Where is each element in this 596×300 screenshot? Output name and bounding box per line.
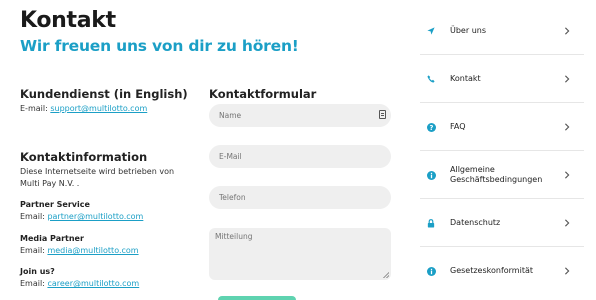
sidebar-item-label: Kontakt xyxy=(450,74,481,83)
media-email-row: Email: media@multilotto.com xyxy=(20,245,139,257)
sidebar-item-gesetzeskonformitaet[interactable]: Gesetzeskonformität xyxy=(420,253,584,289)
career-email-row: Email: career@multilotto.com xyxy=(20,278,139,290)
info-circle-icon xyxy=(426,157,436,193)
phone-icon xyxy=(426,61,436,97)
sidebar-item-agb[interactable]: Allgemeine Geschäftsbedingungen xyxy=(420,157,584,193)
submit-button[interactable] xyxy=(218,296,296,300)
media-partner-title: Media Partner xyxy=(20,234,84,243)
chevron-right-icon xyxy=(564,13,570,49)
contact-card-icon xyxy=(379,110,386,119)
chevron-right-icon xyxy=(564,61,570,97)
sidebar-item-label: Datenschutz xyxy=(450,218,501,227)
support-email-row: E-mail: support@multilotto.com xyxy=(20,103,147,115)
sidebar-item-label: Gesetzeskonformität xyxy=(450,266,533,275)
support-email-label: E-mail: xyxy=(20,104,48,113)
media-email-label: Email: xyxy=(20,246,45,255)
page-subtitle: Wir freuen uns von dir zu hören! xyxy=(20,37,299,55)
sidebar-divider xyxy=(420,246,584,247)
career-email-link[interactable]: career@multilotto.com xyxy=(47,279,139,288)
location-arrow-icon xyxy=(426,13,436,49)
partner-service-title: Partner Service xyxy=(20,200,90,209)
career-email-label: Email: xyxy=(20,279,45,288)
sidebar-divider xyxy=(420,102,584,103)
sidebar-item-ueber-uns[interactable]: Über uns xyxy=(420,13,584,49)
sidebar-divider xyxy=(420,54,584,55)
message-textarea[interactable] xyxy=(209,228,391,280)
sidebar-item-label: Allgemeine Geschäftsbedingungen xyxy=(450,165,543,184)
form-heading: Kontaktformular xyxy=(209,87,317,101)
textarea-resize-handle[interactable] xyxy=(383,272,389,278)
partner-email-row: Email: partner@multilotto.com xyxy=(20,211,143,223)
svg-text:?: ? xyxy=(429,124,433,132)
chevron-right-icon xyxy=(564,157,570,193)
sidebar-item-label: FAQ xyxy=(450,122,466,131)
lock-icon xyxy=(426,205,436,241)
sidebar-item-kontakt[interactable]: Kontakt xyxy=(420,61,584,97)
name-input[interactable] xyxy=(209,104,391,127)
sidebar-divider xyxy=(420,150,584,151)
phone-input[interactable] xyxy=(209,186,391,209)
support-heading: Kundendienst (in English) xyxy=(20,87,188,101)
media-email-link[interactable]: media@multilotto.com xyxy=(47,246,138,255)
question-circle-icon: ? xyxy=(426,109,436,145)
chevron-right-icon xyxy=(564,253,570,289)
join-us-title: Join us? xyxy=(20,267,55,276)
info-heading: Kontaktinformation xyxy=(20,150,148,164)
sidebar-item-datenschutz[interactable]: Datenschutz xyxy=(420,205,584,241)
chevron-right-icon xyxy=(564,205,570,241)
partner-email-link[interactable]: partner@multilotto.com xyxy=(47,212,143,221)
page-title: Kontakt xyxy=(20,8,116,33)
chevron-right-icon xyxy=(564,109,570,145)
support-email-link[interactable]: support@multilotto.com xyxy=(50,104,147,113)
info-circle-icon xyxy=(426,253,436,289)
sidebar-divider xyxy=(420,198,584,199)
sidebar-item-label: Über uns xyxy=(450,26,486,35)
email-input[interactable] xyxy=(209,145,391,168)
partner-email-label: Email: xyxy=(20,212,45,221)
sidebar-item-faq[interactable]: ? FAQ xyxy=(420,109,584,145)
info-description: Diese Internetseite wird betrieben von M… xyxy=(20,167,175,188)
